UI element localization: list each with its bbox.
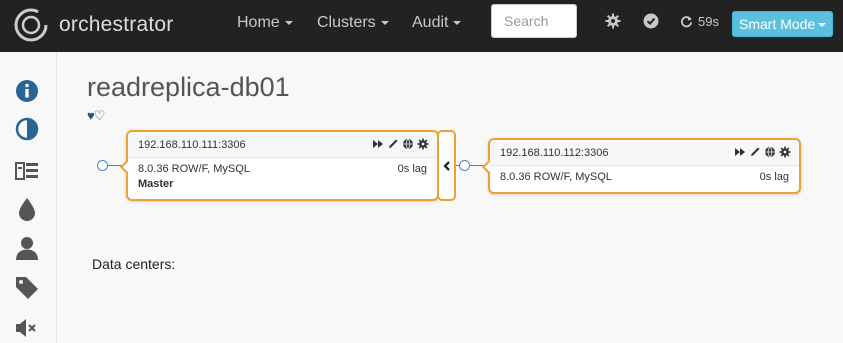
tint-icon[interactable] [14,196,40,222]
navbar: orchestrator Home Clusters Audit 59s Sma… [0,0,843,52]
nav-clusters[interactable]: Clusters [317,14,389,32]
refresh-countdown: 59s [698,14,719,29]
brand-name: orchestrator [59,13,174,36]
info-icon[interactable] [14,78,40,104]
refresh-icon [680,16,693,28]
brand[interactable]: orchestrator [13,7,173,43]
search-input[interactable] [491,4,577,38]
instance-lag: 0s lag [397,163,427,175]
pencil-icon[interactable] [749,146,761,158]
gear-icon[interactable] [779,146,791,158]
instance-body: 8.0.36 ROW/F, MySQL Master 0s lag [128,158,437,190]
instance-actions [372,138,429,150]
cluster-title: readreplica-db01 [87,72,290,102]
nav-clusters-label: Clusters [317,14,376,31]
sidebar [0,52,57,343]
gear-icon[interactable] [417,138,429,150]
globe-icon[interactable] [402,138,414,150]
collapse-replicas-button[interactable] [437,130,456,201]
replica-node-dot[interactable] [459,160,470,171]
fast-forward-icon[interactable] [734,146,746,158]
instance-lag: 0s lag [759,171,789,183]
instance-address: 192.168.110.112:3306 [500,147,609,159]
list-icon[interactable] [14,158,40,184]
chevron-down-icon [818,23,827,28]
instance-actions [734,146,791,158]
master-node-dot[interactable] [97,160,108,171]
smart-mode-label: Smart Mode [739,16,816,32]
fast-forward-icon[interactable] [372,138,384,150]
chevron-left-icon [443,161,450,171]
user-icon[interactable] [14,235,40,261]
nav-home-label: Home [237,14,280,31]
orchestrator-logo-icon [14,8,48,42]
contrast-icon[interactable] [14,116,40,142]
smart-mode-button[interactable]: Smart Mode [732,11,833,37]
favorite-hearts-icon[interactable]: ♥♡ [87,108,105,124]
nav-audit-label: Audit [412,14,449,31]
volume-off-icon[interactable] [14,315,40,341]
nav-audit[interactable]: Audit [412,14,462,32]
instance-address: 192.168.110.111:3306 [138,139,246,151]
instance-body: 8.0.36 ROW/F, MySQL 0s lag [490,166,799,183]
chevron-down-icon [453,20,462,25]
instance-card-master[interactable]: 192.168.110.111:3306 8.0.36 ROW/F, MySQL… [119,130,439,201]
instance-version: 8.0.36 ROW/F, MySQL [500,171,612,183]
pencil-icon[interactable] [387,138,399,150]
check-circle-icon[interactable] [643,13,659,29]
nav-home[interactable]: Home [237,14,293,32]
chevron-down-icon [380,20,389,25]
instance-header: 192.168.110.111:3306 [128,132,437,158]
tag-icon[interactable] [14,275,40,301]
chevron-down-icon [284,20,293,25]
globe-icon[interactable] [764,146,776,158]
data-centers-label: Data centers: [92,256,176,272]
refresh-timer[interactable]: 59s [680,14,719,29]
instance-card-replica[interactable]: 192.168.110.112:3306 8.0.36 ROW/F, MySQL… [481,138,801,194]
instance-header: 192.168.110.112:3306 [490,140,799,166]
gear-icon[interactable] [605,13,621,29]
instance-version: 8.0.36 ROW/F, MySQL [138,163,250,175]
instance-role: Master [138,178,174,190]
